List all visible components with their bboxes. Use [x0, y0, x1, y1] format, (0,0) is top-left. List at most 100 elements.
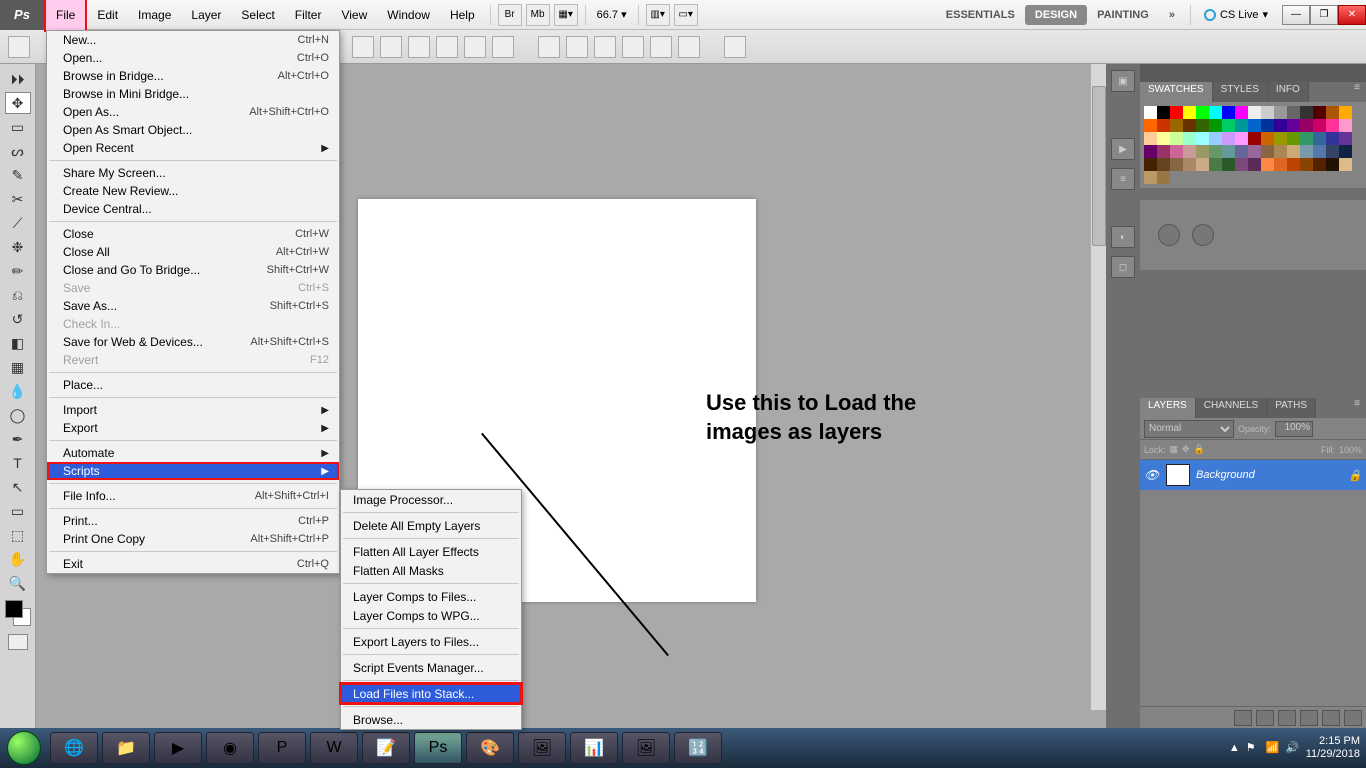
scripts-delete-empty[interactable]: Delete All Empty Layers [341, 516, 521, 535]
tab-swatches[interactable]: SWATCHES [1140, 82, 1213, 102]
mini-icon-5[interactable]: ◻ [1111, 256, 1135, 278]
mini-icon-1[interactable]: ▣ [1111, 70, 1135, 92]
layers-menu-icon[interactable]: ≡ [1348, 398, 1366, 418]
file-import[interactable]: Import▶ [47, 401, 339, 419]
swatch-color[interactable] [1196, 106, 1209, 119]
swatch-color[interactable] [1144, 158, 1157, 171]
stamp-tool[interactable]: ⎌ [5, 284, 31, 306]
task-notepad[interactable]: 📝 [362, 732, 410, 764]
file-browse-bridge[interactable]: Browse in Bridge...Alt+Ctrl+O [47, 67, 339, 85]
swatch-color[interactable] [1300, 158, 1313, 171]
foreground-color-swatch[interactable] [5, 600, 23, 618]
color-swatches[interactable] [5, 600, 31, 626]
swatch-color[interactable] [1157, 145, 1170, 158]
swatch-color[interactable] [1144, 145, 1157, 158]
window-maximize-button[interactable]: ❐ [1310, 5, 1338, 25]
visibility-icon[interactable]: 👁 [1144, 468, 1160, 482]
tray-clock[interactable]: 2:15 PM 11/29/2018 [1306, 735, 1360, 761]
workspace-essentials[interactable]: ESSENTIALS [936, 5, 1025, 25]
link-layers-icon[interactable] [1234, 710, 1252, 726]
swatch-color[interactable] [1183, 158, 1196, 171]
swatch-color[interactable] [1313, 145, 1326, 158]
task-calc[interactable]: 🔢 [674, 732, 722, 764]
auto-align-icon[interactable] [724, 36, 746, 58]
window-minimize-button[interactable]: — [1282, 5, 1310, 25]
file-print[interactable]: Print...Ctrl+P [47, 512, 339, 530]
swatch-color[interactable] [1313, 132, 1326, 145]
opacity-value[interactable]: 100% [1275, 421, 1313, 437]
scripts-image-processor[interactable]: Image Processor... [341, 490, 521, 509]
workspace-more[interactable]: » [1159, 5, 1185, 25]
shape-tool[interactable]: ▭ [5, 500, 31, 522]
mini-icon-4[interactable]: ◐ [1111, 226, 1135, 248]
task-photoshop[interactable]: Ps [414, 732, 462, 764]
lasso-tool[interactable]: ᔕ [5, 140, 31, 162]
swatch-color[interactable] [1209, 106, 1222, 119]
eyedropper-tool[interactable]: ⟋ [5, 212, 31, 234]
swatch-color[interactable] [1300, 106, 1313, 119]
layer-style-icon[interactable] [1256, 710, 1274, 726]
menu-view[interactable]: View [331, 0, 377, 30]
swatch-color[interactable] [1170, 106, 1183, 119]
swatch-color[interactable] [1326, 132, 1339, 145]
swatch-color[interactable] [1235, 158, 1248, 171]
swatch-color[interactable] [1300, 119, 1313, 132]
tray-network-icon[interactable]: 📶 [1266, 741, 1280, 755]
tray-up-icon[interactable]: ▲ [1229, 742, 1240, 754]
swatch-color[interactable] [1222, 145, 1235, 158]
swatch-color[interactable] [1274, 132, 1287, 145]
swatch-color[interactable] [1248, 145, 1261, 158]
file-new-review[interactable]: Create New Review... [47, 182, 339, 200]
swatch-color[interactable] [1326, 158, 1339, 171]
task-media[interactable]: ▶ [154, 732, 202, 764]
delete-layer-icon[interactable] [1344, 710, 1362, 726]
brush-tool[interactable]: ✏ [5, 260, 31, 282]
layer-thumbnail[interactable] [1166, 464, 1190, 486]
history-brush-tool[interactable]: ↺ [5, 308, 31, 330]
lock-pixels-icon[interactable]: ▦ [1170, 444, 1179, 455]
quick-select-tool[interactable]: ✎ [5, 164, 31, 186]
screen-mode-icon[interactable]: ▭▾ [674, 4, 698, 26]
menu-edit[interactable]: Edit [87, 0, 128, 30]
file-open-recent[interactable]: Open Recent▶ [47, 139, 339, 157]
swatch-color[interactable] [1183, 132, 1196, 145]
align-top-icon[interactable] [436, 36, 458, 58]
menu-layer[interactable]: Layer [181, 0, 231, 30]
file-place[interactable]: Place... [47, 376, 339, 394]
swatch-color[interactable] [1183, 106, 1196, 119]
layer-name[interactable]: Background [1196, 469, 1255, 481]
lock-all-icon[interactable]: 🔒 [1194, 444, 1205, 455]
swatch-color[interactable] [1183, 119, 1196, 132]
file-automate[interactable]: Automate▶ [47, 444, 339, 462]
swatch-color[interactable] [1222, 106, 1235, 119]
swatch-color[interactable] [1287, 158, 1300, 171]
menu-window[interactable]: Window [377, 0, 440, 30]
swatch-color[interactable] [1339, 158, 1352, 171]
swatch-color[interactable] [1209, 132, 1222, 145]
swatch-color[interactable] [1300, 145, 1313, 158]
tab-info[interactable]: INFO [1268, 82, 1309, 102]
tab-paths[interactable]: PATHS [1267, 398, 1316, 418]
swatch-color[interactable] [1157, 132, 1170, 145]
swatch-color[interactable] [1144, 132, 1157, 145]
swatch-color[interactable] [1339, 132, 1352, 145]
menu-select[interactable]: Select [231, 0, 284, 30]
swatch-color[interactable] [1196, 132, 1209, 145]
swatch-color[interactable] [1144, 119, 1157, 132]
swatch-color[interactable] [1209, 119, 1222, 132]
vertical-scrollbar[interactable] [1090, 64, 1106, 710]
minibridge-icon[interactable]: Mb [526, 4, 550, 26]
healing-tool[interactable]: ❉ [5, 236, 31, 258]
cs-live[interactable]: CS Live ▾ [1196, 8, 1276, 21]
move-tool[interactable]: ✥ [5, 92, 31, 114]
swatch-color[interactable] [1287, 106, 1300, 119]
eraser-tool[interactable]: ◧ [5, 332, 31, 354]
menu-image[interactable]: Image [128, 0, 181, 30]
swatch-color[interactable] [1274, 119, 1287, 132]
swatch-color[interactable] [1313, 106, 1326, 119]
tray-flag-icon[interactable]: ⚑ [1246, 741, 1260, 755]
path-select-tool[interactable]: ↖ [5, 476, 31, 498]
swatch-color[interactable] [1261, 132, 1274, 145]
hand-tool[interactable]: ✋ [5, 548, 31, 570]
layer-mask-icon[interactable] [1278, 710, 1296, 726]
